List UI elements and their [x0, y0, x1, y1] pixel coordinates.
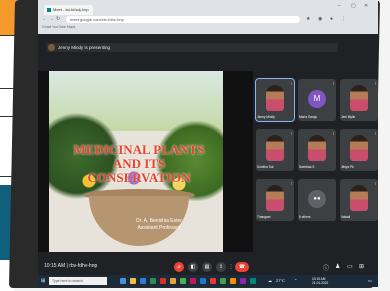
mic-off-icon: ⁝	[290, 181, 292, 186]
mic-off-icon: ⁝	[332, 131, 334, 136]
temperature-text: 27°C	[276, 278, 285, 283]
slide-title: MEDICINAL PLANTS AND ITS CONSERVATION	[73, 142, 205, 185]
participant-name: Jenny Mindy	[257, 115, 275, 119]
participant-video	[266, 135, 284, 161]
participant-video	[266, 185, 284, 211]
meet-icon	[47, 7, 51, 12]
app-icon[interactable]	[210, 278, 216, 284]
participant-tile[interactable]: ⁝ Jenny Mindy	[255, 78, 295, 122]
profile-icon[interactable]: ●	[330, 16, 333, 22]
participant-tile[interactable]: ●● 5 others	[298, 179, 336, 221]
browser-chrome: Meet - fai-fd/sdj-hnp – ▢ ✕ ← → ↻ meet.g…	[38, 0, 378, 34]
presenter-avatar	[48, 44, 55, 51]
participant-tile[interactable]: ⁝ Jibiya Pk	[340, 129, 378, 171]
participant-name: Jibiya Pk	[341, 165, 354, 169]
participant-tile[interactable]: ⁝ Sunitha Sul	[256, 129, 294, 171]
task-view-icon[interactable]	[120, 278, 126, 284]
slide-margin	[223, 71, 253, 252]
participant-name: Jeni Mylin	[341, 115, 356, 119]
clock[interactable]: 10:15 AM 21-01-2022	[312, 277, 328, 285]
nav-row: ← → ↻ meet.google.com/xtv-fdhv-hnp ★ ◉ ●…	[38, 15, 378, 24]
app-icon[interactable]	[200, 278, 206, 284]
chrome-icon[interactable]	[160, 278, 166, 284]
slide-author: Dr. A. Benishia Ester Assistant Professo…	[109, 218, 209, 232]
mic-off-icon: ⁝	[290, 81, 292, 86]
meet-area: Jenny Mindy is presenting MEDICINAL PLAN…	[38, 34, 378, 259]
participant-video	[350, 85, 368, 111]
bookmarks-bar[interactable]: Gmail YouTube Maps	[42, 25, 75, 31]
participant-tile[interactable]: M ⁝ Maria Sarojs	[298, 79, 336, 121]
divider	[0, 88, 14, 89]
mic-off-icon: ⁝	[374, 131, 376, 136]
app-icon[interactable]	[250, 278, 256, 284]
presentation-slide: MEDICINAL PLANTS AND ITS CONSERVATION Dr…	[49, 71, 223, 252]
taskbar-search[interactable]: Type here to search	[49, 277, 107, 285]
app-icon[interactable]	[220, 278, 226, 284]
participant-name: Swethaa S	[299, 165, 315, 169]
app-icon[interactable]	[170, 278, 176, 284]
author-name: Dr. A. Benishia Ester	[136, 218, 182, 224]
taskbar-date: 21-01-2022	[312, 281, 329, 285]
participant-video	[266, 85, 284, 111]
others-avatar: ●●	[308, 190, 326, 208]
mic-off-icon: ⁝	[332, 81, 334, 86]
mic-off-icon: ⁝	[374, 181, 376, 186]
forward-icon[interactable]: →	[49, 16, 54, 22]
maximize-icon[interactable]: ▢	[351, 3, 356, 9]
weather-icon[interactable]: ☁	[268, 278, 272, 283]
leave-call-button[interactable]: ☎	[235, 262, 249, 272]
meeting-time-code: 10:15 AM | rbv-fdhv-hnp	[44, 263, 98, 269]
present-button[interactable]: ⇪	[216, 262, 226, 272]
participant-name: Maria Sarojs	[299, 115, 317, 119]
app-icon[interactable]	[180, 278, 186, 284]
camera-icon[interactable]: ◉	[318, 16, 322, 22]
activities-icon[interactable]: ⊞	[359, 263, 364, 270]
minimize-icon[interactable]: –	[338, 3, 341, 9]
browser-tab[interactable]: Meet - fai-fd/sdj-hnp	[44, 5, 93, 15]
edge-icon[interactable]	[140, 278, 146, 284]
app-icon[interactable]	[190, 278, 196, 284]
start-icon[interactable]: ⊞	[41, 278, 45, 284]
participant-video	[350, 185, 368, 211]
participant-avatar: M	[308, 90, 326, 108]
meet-controls: 10:15 AM | rbv-fdhv-hnp ⌀ ◧ ▤ ⇪ ⋮ ☎ ⓘ ♟ …	[38, 259, 378, 275]
store-icon[interactable]	[150, 278, 156, 284]
participant-video	[350, 135, 368, 161]
presenting-banner: Jenny Mindy is presenting	[46, 43, 338, 52]
file-explorer-icon[interactable]	[130, 278, 136, 284]
mic-off-icon: ⁝	[374, 81, 376, 86]
presenting-text: Jenny Mindy is presenting	[58, 45, 111, 50]
chat-icon[interactable]: ▭	[347, 263, 353, 270]
captions-button[interactable]: ▤	[202, 262, 212, 272]
tab-title: Meet - fai-fd/sdj-hnp	[53, 7, 89, 12]
menu-icon[interactable]: ⋮	[341, 16, 346, 22]
participant-name: 5 others	[299, 215, 311, 219]
mic-off-icon: ⁝	[290, 131, 292, 136]
extensions-icon[interactable]: ★	[306, 16, 310, 22]
address-bar[interactable]: meet.google.com/xtv-fdhv-hnp	[66, 16, 300, 23]
info-icon[interactable]: ⓘ	[323, 263, 329, 272]
network-icon[interactable]: ⌃	[294, 278, 297, 283]
participant-name: Thangam	[257, 215, 271, 219]
participant-name: Vaisali	[341, 215, 351, 219]
app-icon[interactable]	[230, 278, 236, 284]
participant-name: Sunitha Sul	[257, 165, 274, 169]
notification-icon[interactable]: ▭	[368, 278, 372, 283]
people-icon[interactable]: ♟	[335, 263, 340, 270]
participant-tile[interactable]: ⁝ Swethaa S	[298, 129, 336, 171]
back-icon[interactable]: ←	[42, 16, 47, 22]
participant-grid: ⁝ Jenny Mindy M ⁝ Maria Sarojs ⁝ Jeni My…	[255, 78, 378, 249]
reload-icon[interactable]: ↻	[56, 16, 60, 22]
camera-button[interactable]: ◧	[188, 262, 198, 272]
app-icon[interactable]	[240, 278, 246, 284]
mic-button[interactable]: ⌀	[174, 262, 184, 272]
slide-margin	[38, 71, 49, 252]
close-icon[interactable]: ✕	[364, 3, 368, 9]
author-role: Assistant Professor	[137, 225, 181, 231]
participant-video	[308, 135, 326, 161]
participant-tile[interactable]: ⁝ Thangam	[256, 179, 294, 221]
participant-tile[interactable]: ⁝ Jeni Mylin	[340, 79, 378, 121]
participant-tile[interactable]: ⁝ Vaisali	[340, 179, 378, 221]
windows-taskbar: ⊞ Type here to search ☁ 27°C ⌃ 10:15 AM …	[38, 275, 378, 287]
